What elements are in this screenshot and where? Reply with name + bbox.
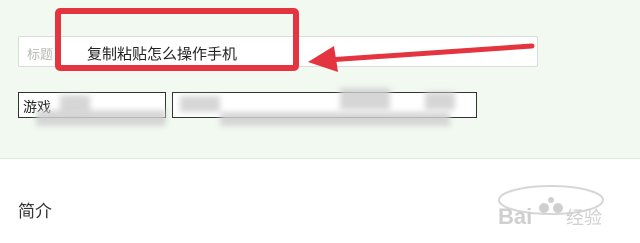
arrow-annotation-icon [308, 43, 535, 72]
edit-panel: 标题 复制粘贴怎么操作手机 游戏 [0, 0, 640, 159]
blurred-region [36, 110, 166, 126]
intro-heading: 简介 [18, 202, 52, 222]
svg-text:Bai: Bai [498, 204, 532, 228]
blurred-region [425, 92, 455, 110]
title-placeholder: 标题 [27, 48, 54, 63]
blurred-region [220, 112, 450, 126]
baidu-jingyan-watermark: Bai 经验 [498, 185, 604, 228]
highlight-annotation-box [55, 8, 299, 71]
blurred-region [180, 96, 220, 112]
svg-text:经验: 经验 [566, 208, 602, 228]
blurred-region [340, 88, 390, 110]
